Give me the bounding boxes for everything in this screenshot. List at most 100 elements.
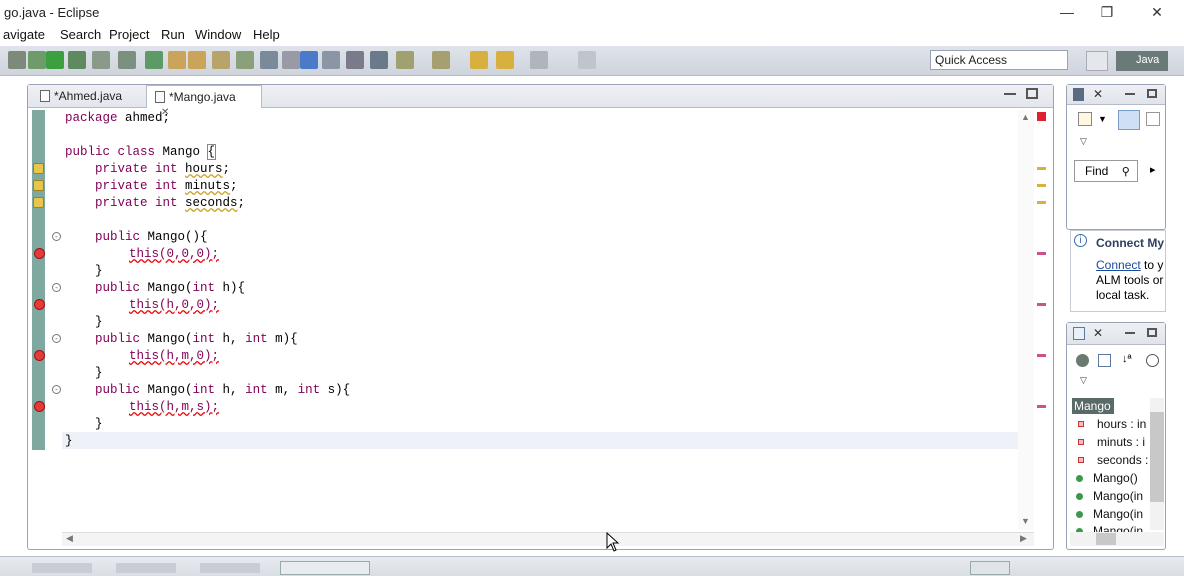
search-toolbar-icon[interactable] <box>236 51 254 69</box>
declaration-view-tab[interactable] <box>200 563 260 573</box>
menu-help[interactable]: Help <box>253 27 280 42</box>
outline-root-class[interactable]: Mango <box>1072 398 1114 414</box>
debug-icon[interactable] <box>68 51 86 69</box>
tab-ahmed-java[interactable]: *Ahmed.java <box>32 85 130 108</box>
next-edit-icon[interactable] <box>396 51 414 69</box>
warning-marker[interactable] <box>1037 201 1046 204</box>
code-line[interactable]: this(h,m,0); <box>129 348 219 365</box>
tab-mango-java[interactable]: *Mango.java ✕ <box>146 85 262 118</box>
previous-annotation-icon[interactable] <box>282 51 300 69</box>
problems-view-tab[interactable] <box>32 563 92 573</box>
fold-collapse-icon[interactable]: - <box>52 232 61 241</box>
external-tools-icon[interactable] <box>118 51 136 69</box>
error-marker[interactable] <box>1037 405 1046 408</box>
coverage-icon[interactable] <box>92 51 110 69</box>
code-line[interactable]: public class Mango { <box>65 144 216 161</box>
code-line[interactable]: private int minuts; <box>65 178 238 195</box>
new-icon[interactable] <box>8 51 26 69</box>
warning-icon[interactable] <box>33 180 44 191</box>
code-line[interactable]: this(0,0,0); <box>129 246 219 263</box>
error-icon[interactable] <box>34 401 45 412</box>
error-marker[interactable] <box>1037 303 1046 306</box>
view-toolbar[interactable] <box>970 561 1010 575</box>
chevron-down-icon[interactable]: ▼ <box>1098 114 1107 124</box>
mark-occurrences-icon[interactable] <box>300 51 318 69</box>
error-marker[interactable] <box>1037 354 1046 357</box>
outline-constructor[interactable]: Mango(in <box>1076 489 1150 503</box>
warning-marker[interactable] <box>1037 167 1046 170</box>
save-icon[interactable] <box>28 51 46 69</box>
java-perspective-button[interactable]: Java <box>1116 51 1168 71</box>
code-line[interactable]: public Mango(int h){ <box>65 280 245 297</box>
close-window-button[interactable]: ✕ <box>1134 2 1180 24</box>
new-task-icon[interactable] <box>1078 112 1092 126</box>
outline-field-hours[interactable]: hours : in <box>1078 417 1150 431</box>
outline-constructor[interactable]: Mango(in <box>1076 524 1150 532</box>
menu-search[interactable]: Search <box>60 27 101 42</box>
code-line[interactable]: this(h,0,0); <box>129 297 219 314</box>
menu-run[interactable]: Run <box>161 27 185 42</box>
maximize-editor-icon[interactable] <box>1026 88 1038 99</box>
pin-editor-icon[interactable] <box>370 51 388 69</box>
categorized-view-icon[interactable] <box>1118 110 1140 130</box>
fold-collapse-icon[interactable]: - <box>52 385 61 394</box>
outline-constructor[interactable]: Mango() <box>1076 471 1150 485</box>
hide-static-icon[interactable] <box>1146 354 1159 367</box>
code-line[interactable]: } <box>65 314 103 331</box>
new-package-icon[interactable] <box>168 51 186 69</box>
code-line[interactable]: public Mango(){ <box>65 229 208 246</box>
warning-icon[interactable] <box>33 163 44 174</box>
minimize-editor-icon[interactable] <box>1004 93 1016 96</box>
open-type-icon[interactable] <box>188 51 206 69</box>
menu-window[interactable]: Window <box>195 27 241 42</box>
error-icon[interactable] <box>34 248 45 259</box>
code-line[interactable]: this(h,m,s); <box>129 399 219 416</box>
error-icon[interactable] <box>34 350 45 361</box>
menu-navigate[interactable]: avigate <box>3 27 45 42</box>
minimize-view-icon[interactable] <box>1125 332 1135 334</box>
code-line[interactable]: } <box>65 365 103 382</box>
scroll-right-icon[interactable]: ▶ <box>1020 533 1027 544</box>
javadoc-view-tab[interactable] <box>116 563 176 573</box>
code-line[interactable]: private int hours; <box>65 161 230 178</box>
last-edit-icon[interactable] <box>432 51 450 69</box>
menu-project[interactable]: Project <box>109 27 149 42</box>
warning-icon[interactable] <box>33 197 44 208</box>
chevron-down-icon[interactable]: ▽ <box>1080 136 1087 147</box>
connect-link[interactable]: Connect <box>1096 258 1141 272</box>
outline-hscroll-thumb[interactable] <box>1096 533 1116 545</box>
outline-field-seconds[interactable]: seconds : <box>1078 453 1150 467</box>
code-line[interactable]: package ahmed; <box>65 110 170 127</box>
outline-horizontal-scrollbar[interactable] <box>1070 532 1164 546</box>
error-summary-icon[interactable] <box>1037 112 1046 121</box>
navigate-next-icon[interactable] <box>530 51 548 69</box>
restore-button[interactable]: ❐ <box>1084 2 1130 24</box>
new-class-icon[interactable] <box>145 51 163 69</box>
code-line[interactable]: } <box>65 433 73 450</box>
code-line[interactable]: public Mango(int h, int m){ <box>65 331 298 348</box>
next-annotation-icon[interactable] <box>260 51 278 69</box>
open-perspective-icon[interactable] <box>1086 51 1108 71</box>
quick-access-input[interactable]: Quick Access <box>930 50 1068 70</box>
warning-marker[interactable] <box>1037 184 1046 187</box>
scroll-up-icon[interactable]: ▲ <box>1021 112 1030 122</box>
run-icon[interactable] <box>46 51 64 69</box>
minimize-view-icon[interactable] <box>1125 93 1135 95</box>
scheduled-view-icon[interactable] <box>1146 112 1160 126</box>
forward-arrow-icon[interactable] <box>496 51 514 69</box>
hide-fields-icon[interactable] <box>1076 354 1089 367</box>
outline-field-minuts[interactable]: minuts : i <box>1078 435 1150 449</box>
open-task-icon[interactable] <box>212 51 230 69</box>
scroll-left-icon[interactable]: ◀ <box>66 533 73 544</box>
error-icon[interactable] <box>34 299 45 310</box>
fold-collapse-icon[interactable]: - <box>52 283 61 292</box>
code-line[interactable]: } <box>65 416 103 433</box>
outline-scroll-thumb[interactable] <box>1150 412 1164 502</box>
toolbar-overflow-icon[interactable] <box>578 51 596 69</box>
outline-constructor[interactable]: Mango(in <box>1076 507 1150 521</box>
expand-arrow-icon[interactable]: ▸ <box>1150 163 1156 176</box>
editor-horizontal-scrollbar[interactable]: ◀ ▶ <box>62 532 1034 546</box>
fold-collapse-icon[interactable]: - <box>52 334 61 343</box>
back-arrow-icon[interactable] <box>470 51 488 69</box>
outline-scrollbar[interactable] <box>1150 398 1164 530</box>
